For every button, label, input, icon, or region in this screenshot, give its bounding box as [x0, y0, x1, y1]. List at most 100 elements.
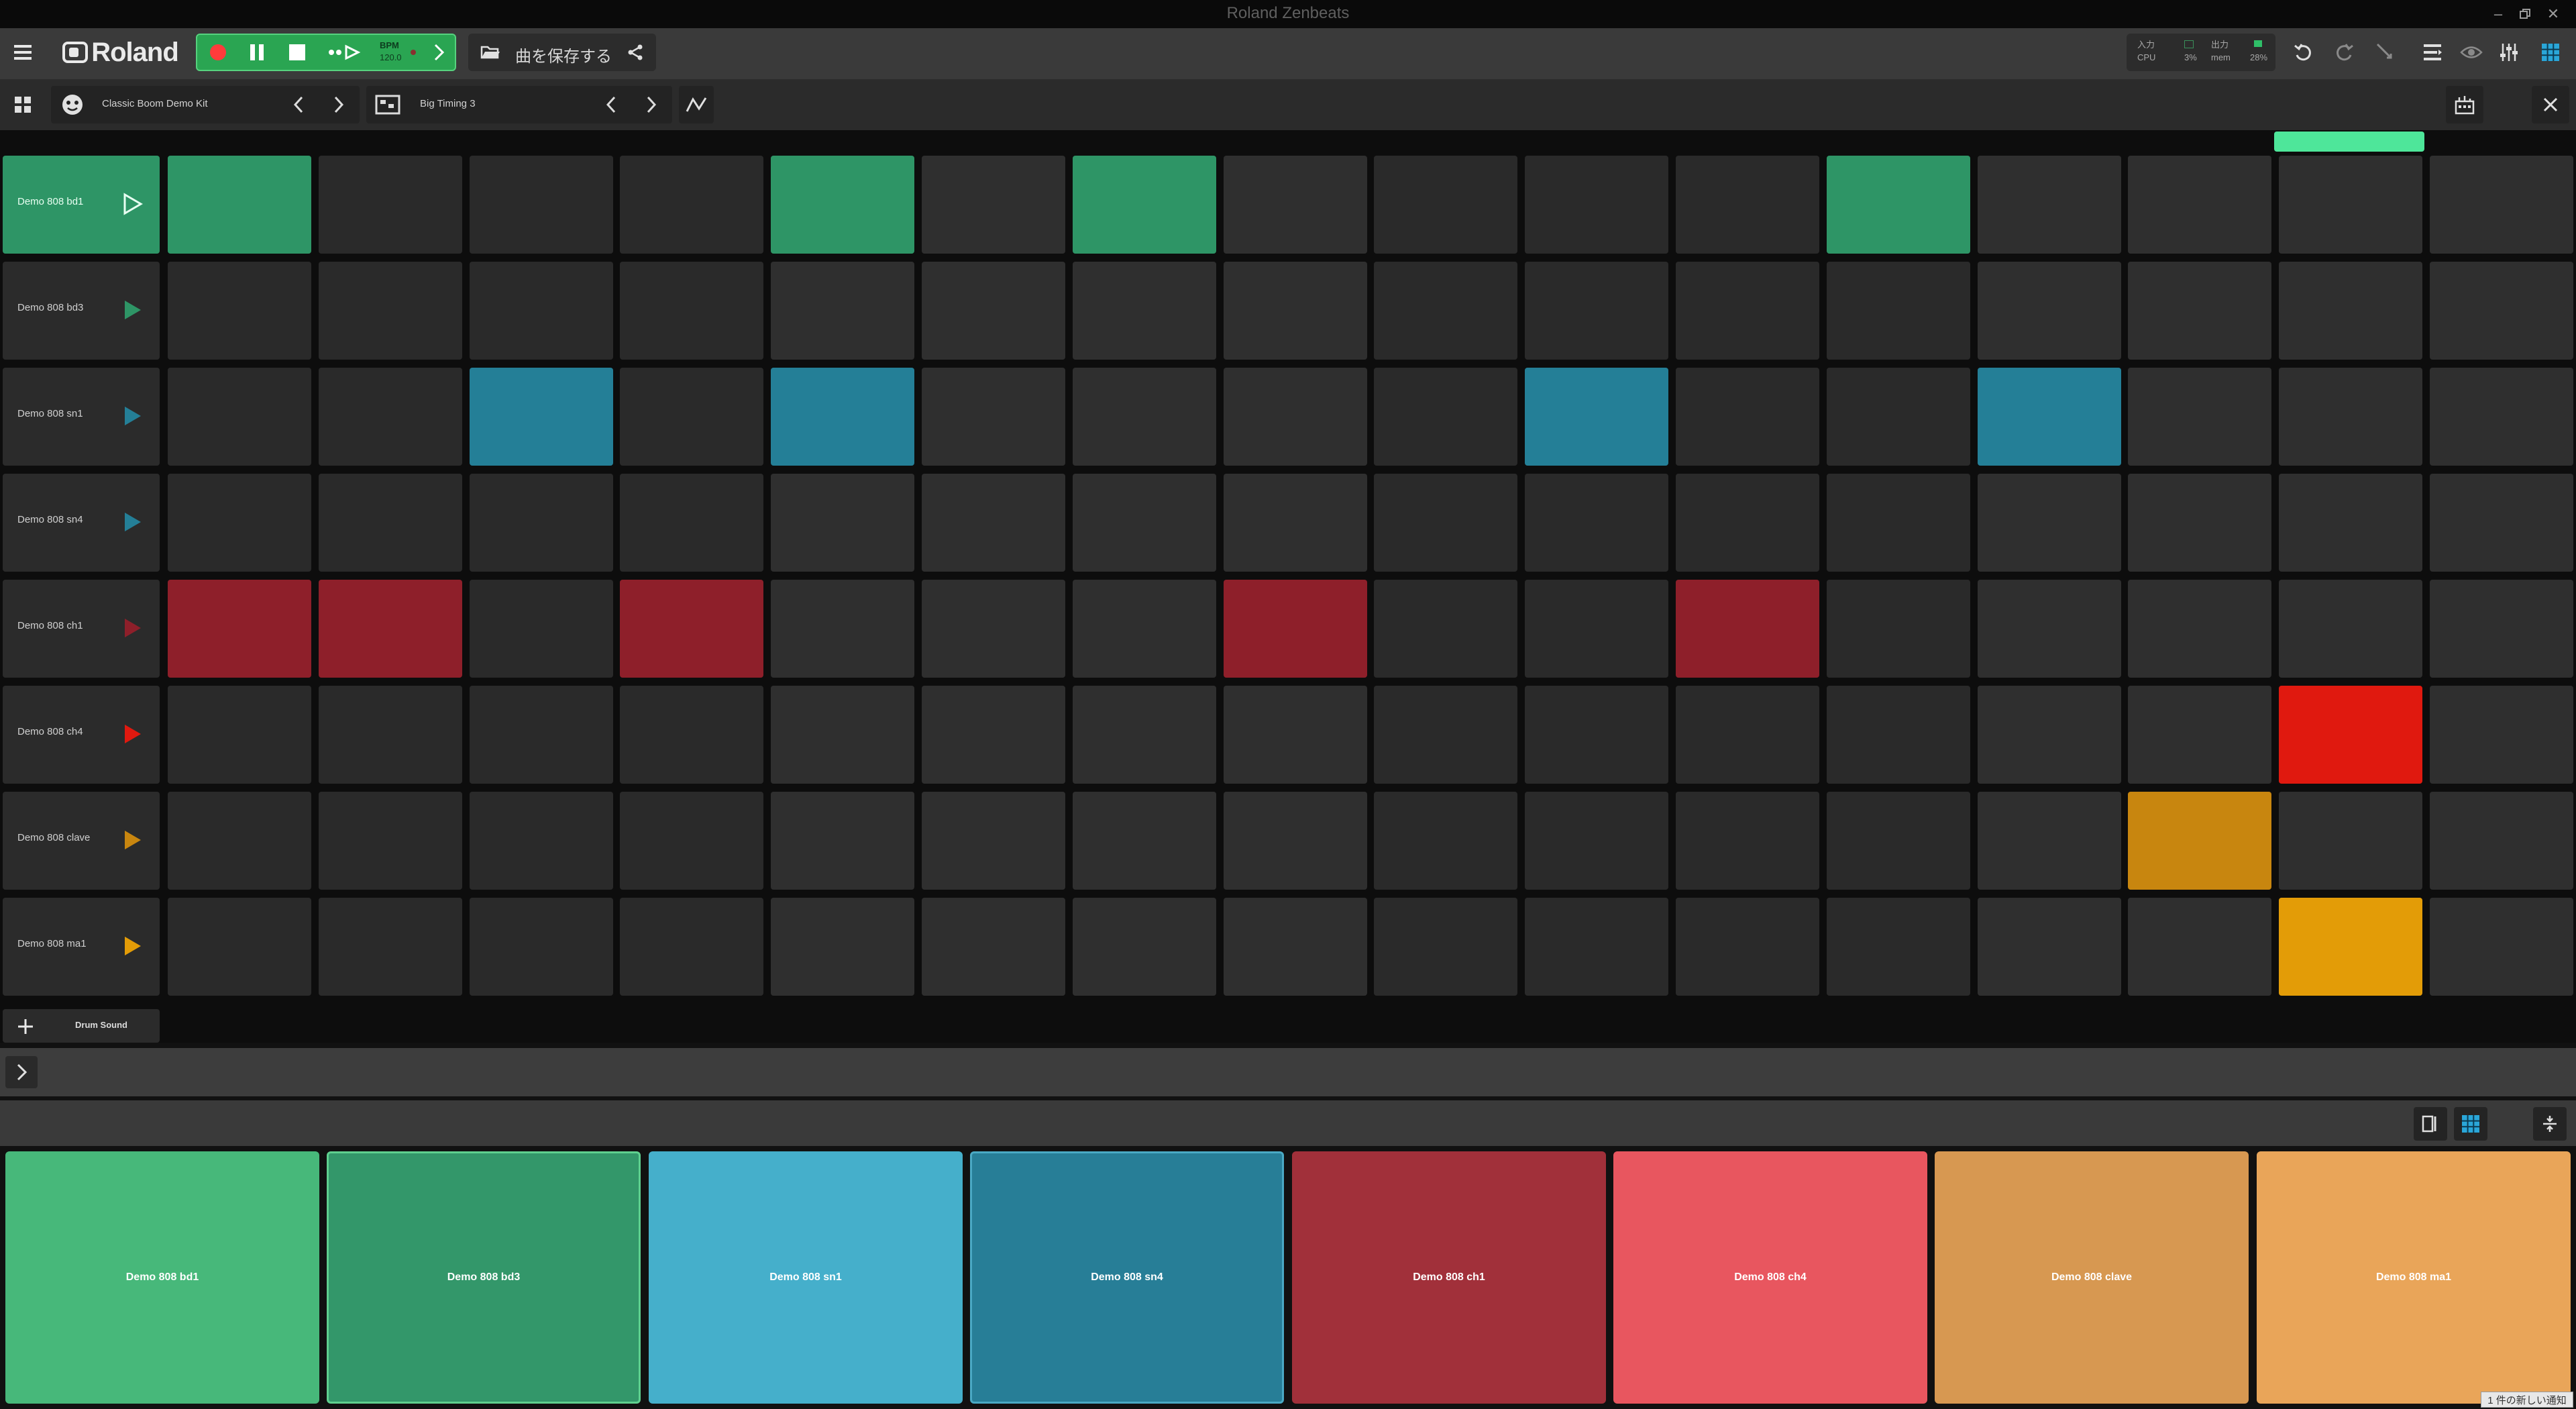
step-cell-active[interactable]	[1827, 156, 1970, 254]
pattern-prev-icon[interactable]	[594, 86, 628, 123]
minimize-icon[interactable]: –	[2485, 3, 2512, 25]
step-cell[interactable]	[1827, 898, 1970, 996]
step-cell[interactable]	[319, 262, 462, 360]
step-cell[interactable]	[319, 686, 462, 784]
step-cell[interactable]	[2128, 898, 2271, 996]
step-cell-active[interactable]	[168, 580, 311, 678]
step-cell-active[interactable]	[620, 580, 763, 678]
step-cell[interactable]	[922, 368, 1065, 466]
step-cell[interactable]	[2279, 580, 2422, 678]
step-cell[interactable]	[1073, 792, 1216, 890]
step-cell[interactable]	[1525, 156, 1668, 254]
automation-button[interactable]	[679, 86, 714, 123]
step-cell[interactable]	[620, 156, 763, 254]
bpm-value[interactable]: 120.0	[380, 52, 402, 62]
step-cell[interactable]	[319, 368, 462, 466]
step-cell[interactable]	[168, 792, 311, 890]
step-cell[interactable]	[1676, 368, 1819, 466]
tracks-view-icon[interactable]	[2414, 34, 2451, 71]
step-cell[interactable]	[771, 262, 914, 360]
step-cell-active[interactable]	[319, 580, 462, 678]
pad-grid-icon[interactable]	[4, 86, 42, 123]
step-cell[interactable]	[1525, 686, 1668, 784]
play-icon[interactable]	[117, 613, 146, 643]
step-cell[interactable]	[2128, 474, 2271, 572]
step-cell[interactable]	[922, 580, 1065, 678]
step-cell[interactable]	[1073, 898, 1216, 996]
step-cell[interactable]	[771, 580, 914, 678]
track-header[interactable]: Demo 808 bd3	[3, 262, 160, 360]
step-cell[interactable]	[1374, 474, 1517, 572]
drum-pad[interactable]: Demo 808 ch1	[1292, 1151, 1606, 1404]
collapse-icon[interactable]	[2533, 1107, 2567, 1141]
step-cell[interactable]	[470, 262, 613, 360]
step-cell[interactable]	[1073, 262, 1216, 360]
save-song-button[interactable]: 曲を保存する	[515, 43, 612, 66]
step-cell[interactable]	[2128, 686, 2271, 784]
step-cell[interactable]	[1525, 262, 1668, 360]
undo-icon[interactable]	[2285, 34, 2322, 71]
step-cell[interactable]	[2430, 156, 2573, 254]
step-cell[interactable]	[922, 898, 1065, 996]
step-cell[interactable]	[168, 686, 311, 784]
step-cell[interactable]	[2430, 474, 2573, 572]
step-cell-active[interactable]	[1224, 580, 1367, 678]
expand-chevron-icon[interactable]	[5, 1056, 38, 1088]
step-cell[interactable]	[1978, 262, 2121, 360]
step-cell-active[interactable]	[1525, 368, 1668, 466]
eye-icon[interactable]	[2453, 34, 2490, 71]
kit-selector[interactable]: Classic Boom Demo Kit	[51, 86, 360, 123]
step-cell[interactable]	[1374, 580, 1517, 678]
play-icon[interactable]	[117, 189, 146, 219]
step-cell[interactable]	[2128, 262, 2271, 360]
step-cell[interactable]	[922, 792, 1065, 890]
step-cell[interactable]	[620, 686, 763, 784]
share-icon[interactable]	[619, 34, 652, 71]
step-cell[interactable]	[319, 898, 462, 996]
close-window-icon[interactable]: ✕	[2540, 3, 2567, 25]
step-cell-active[interactable]	[470, 368, 613, 466]
track-header[interactable]: Demo 808 ma1	[3, 898, 160, 996]
restore-icon[interactable]	[2512, 3, 2538, 25]
step-cell[interactable]	[1827, 262, 1970, 360]
step-cell[interactable]	[620, 474, 763, 572]
pad-grid-view-icon[interactable]	[2454, 1107, 2487, 1141]
play-icon[interactable]	[117, 825, 146, 855]
drum-machine-icon[interactable]	[2446, 86, 2483, 123]
step-cell[interactable]	[1978, 474, 2121, 572]
step-cell[interactable]	[1224, 898, 1367, 996]
step-cell[interactable]	[470, 474, 613, 572]
step-cell[interactable]	[1978, 792, 2121, 890]
step-cell[interactable]	[1676, 262, 1819, 360]
step-cell[interactable]	[1676, 474, 1819, 572]
step-cell[interactable]	[168, 474, 311, 572]
step-cell[interactable]	[620, 368, 763, 466]
step-cell[interactable]	[1073, 474, 1216, 572]
step-cell[interactable]	[1827, 686, 1970, 784]
step-cell[interactable]	[470, 898, 613, 996]
step-cell[interactable]	[319, 474, 462, 572]
step-cell-active[interactable]	[2128, 792, 2271, 890]
step-cell[interactable]	[2430, 262, 2573, 360]
step-cell[interactable]	[1827, 792, 1970, 890]
step-cell[interactable]	[922, 156, 1065, 254]
step-cell[interactable]	[1676, 898, 1819, 996]
step-cell[interactable]	[1224, 262, 1367, 360]
step-cell[interactable]	[1525, 898, 1668, 996]
step-cell[interactable]	[470, 580, 613, 678]
step-cell[interactable]	[2279, 156, 2422, 254]
pattern-selector[interactable]: Big Timing 3	[366, 86, 672, 123]
step-cell[interactable]	[1525, 792, 1668, 890]
step-cell[interactable]	[1676, 686, 1819, 784]
play-icon[interactable]	[117, 719, 146, 749]
step-cell[interactable]	[1525, 580, 1668, 678]
kit-next-icon[interactable]	[322, 86, 356, 123]
step-cell[interactable]	[2430, 898, 2573, 996]
step-cell[interactable]	[1374, 898, 1517, 996]
track-header[interactable]: Demo 808 sn1	[3, 368, 160, 466]
step-cell[interactable]	[470, 156, 613, 254]
step-cell[interactable]	[1978, 686, 2121, 784]
drum-pad[interactable]: Demo 808 sn4	[970, 1151, 1284, 1404]
step-cell[interactable]	[922, 262, 1065, 360]
step-cell[interactable]	[1374, 686, 1517, 784]
